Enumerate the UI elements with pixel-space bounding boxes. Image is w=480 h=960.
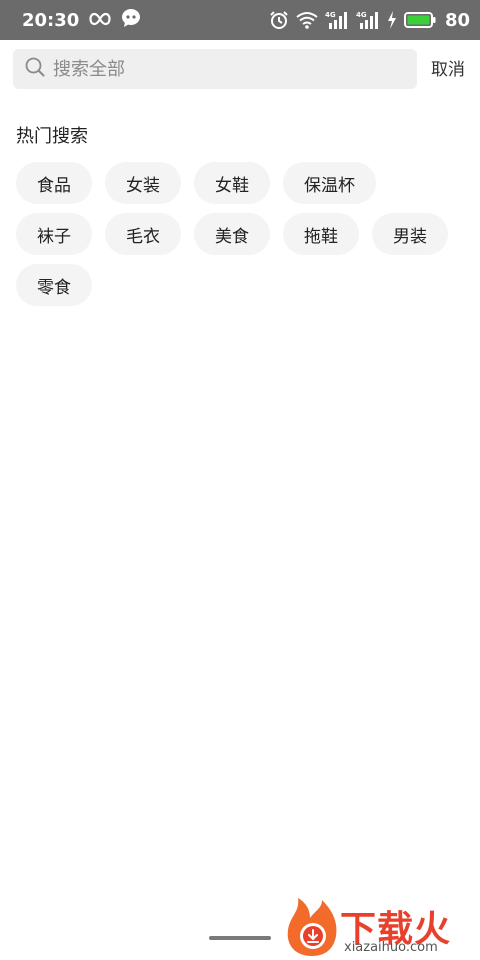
hot-tag-slippers[interactable]: 拖鞋 xyxy=(283,213,359,255)
search-bar: 取消 xyxy=(0,40,480,98)
watermark-logo: 下载火 xiazaihuo.com xyxy=(282,894,478,958)
hot-tag-mens-clothing[interactable]: 男装 xyxy=(372,213,448,255)
hot-tag-food[interactable]: 食品 xyxy=(16,162,92,204)
status-time: 20:30 xyxy=(22,9,80,31)
signal-4g-icon: 4G xyxy=(356,10,380,30)
hot-tag-snacks[interactable]: 零食 xyxy=(16,264,92,306)
hot-tag-womens-shoes[interactable]: 女鞋 xyxy=(194,162,270,204)
hot-tag-gourmet[interactable]: 美食 xyxy=(194,213,270,255)
charging-icon xyxy=(387,11,397,29)
hot-tag-womens-clothing[interactable]: 女装 xyxy=(105,162,181,204)
tag-row: 零食 xyxy=(16,264,466,306)
hot-tag-socks[interactable]: 袜子 xyxy=(16,213,92,255)
svg-text:4G: 4G xyxy=(325,11,336,19)
search-icon xyxy=(25,57,45,81)
hot-search-tags: 食品 女装 女鞋 保温杯 袜子 毛衣 美食 拖鞋 男装 零食 xyxy=(16,162,466,315)
search-box[interactable] xyxy=(13,49,417,89)
tag-row: 袜子 毛衣 美食 拖鞋 男装 xyxy=(16,213,466,255)
chat-bubble-icon xyxy=(121,8,141,33)
hot-tag-sweater[interactable]: 毛衣 xyxy=(105,213,181,255)
battery-level: 80 xyxy=(444,9,470,31)
infinity-icon xyxy=(89,10,111,31)
hot-tag-thermos[interactable]: 保温杯 xyxy=(283,162,376,204)
search-input[interactable] xyxy=(51,57,391,81)
hot-search-title: 热门搜索 xyxy=(16,126,88,147)
battery-icon xyxy=(403,12,436,28)
signal-4g-icon: 4G xyxy=(325,10,349,30)
cancel-button[interactable]: 取消 xyxy=(431,55,465,80)
svg-text:4G: 4G xyxy=(356,11,367,19)
home-indicator[interactable] xyxy=(209,936,271,940)
watermark-site: xiazaihuo.com xyxy=(344,940,438,955)
status-bar: 20:30 4G 4G 80 xyxy=(0,0,480,40)
wifi-icon xyxy=(296,11,318,29)
alarm-icon xyxy=(269,10,289,30)
tag-row: 食品 女装 女鞋 保温杯 xyxy=(16,162,466,204)
